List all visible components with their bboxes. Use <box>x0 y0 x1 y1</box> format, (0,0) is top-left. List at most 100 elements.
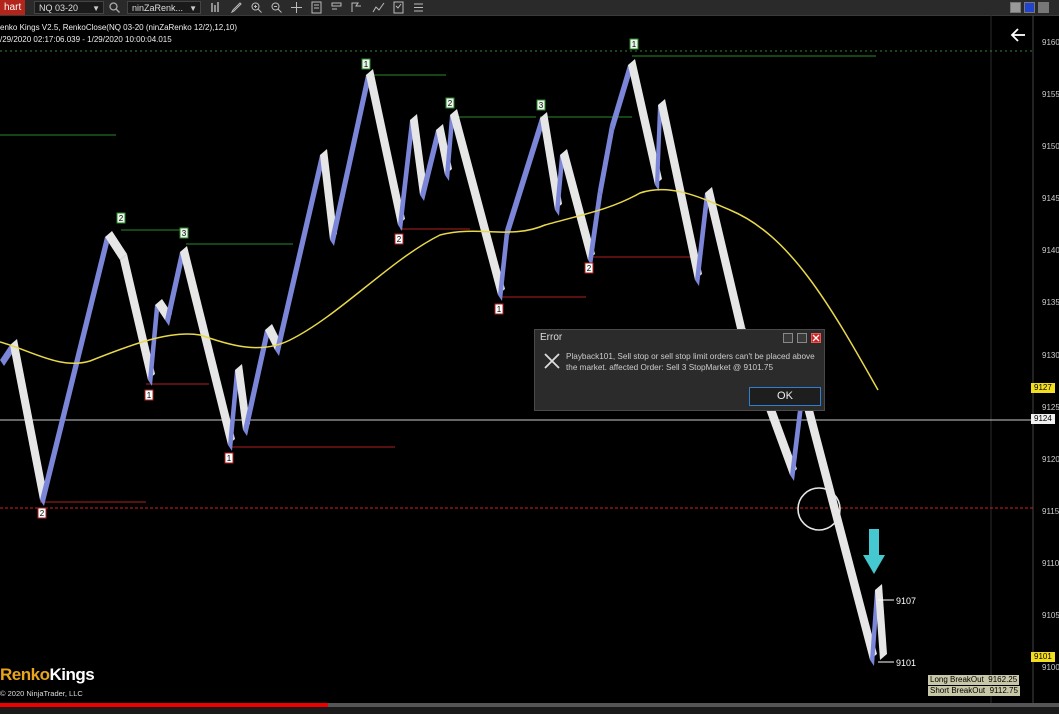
error-x-icon <box>544 353 560 369</box>
price-axis-label: 9105 <box>1042 611 1059 620</box>
level-label-low: 9101 <box>896 658 917 668</box>
bear-brick-run <box>705 187 745 333</box>
properties-icon[interactable] <box>310 1 323 14</box>
bear-brick-run <box>450 109 505 295</box>
long-breakout-value: 9162.25 <box>988 675 1018 684</box>
price-axis-label: 9125 <box>1042 403 1059 412</box>
instrument-value: NQ 03-20 <box>39 3 79 13</box>
dialog-close-button[interactable] <box>811 333 821 343</box>
level-label-high: 9107 <box>896 596 917 606</box>
price-tag-lower: 9101 <box>1031 652 1055 662</box>
swing-label-text: 1 <box>632 40 637 49</box>
swing-label-text: 1 <box>227 454 232 463</box>
dialog-title: Error <box>540 332 563 343</box>
price-tag-upper: 9127 <box>1031 383 1055 393</box>
price-axis-label: 9135 <box>1042 298 1059 307</box>
long-breakout: Long BreakOut 9162.25 <box>928 675 1020 685</box>
swing-label: 1 <box>224 452 234 464</box>
swing-label: 2 <box>445 97 455 109</box>
bull-brick-run <box>498 230 509 301</box>
bear-brick-run <box>366 69 405 225</box>
price-axis-label: 9115 <box>1042 507 1059 516</box>
resistance-levels <box>0 55 876 245</box>
dialog-minimize-button[interactable] <box>783 333 793 343</box>
tab-chart[interactable]: hart <box>0 0 26 15</box>
zoom-in-icon[interactable] <box>250 1 263 14</box>
swing-label: 1 <box>144 389 154 401</box>
renkokings-logo: RenkoKings <box>0 665 95 684</box>
swing-label-text: 1 <box>147 391 152 400</box>
swing-label: 2 <box>584 262 594 274</box>
maximize-button[interactable] <box>1024 2 1035 13</box>
close-icon <box>812 334 820 342</box>
crosshair-icon[interactable] <box>290 1 303 14</box>
list-icon[interactable] <box>412 1 425 14</box>
swing-label: 2 <box>37 507 47 519</box>
bar-type-select[interactable]: ninZaRenk... ▼ <box>127 1 201 14</box>
bull-brick-run <box>598 125 614 196</box>
back-arrow-icon <box>1010 28 1025 42</box>
swing-label: 2 <box>116 212 126 224</box>
price-axis-label: 9100 <box>1042 663 1059 672</box>
instrument-select[interactable]: NQ 03-20 ▼ <box>34 1 104 14</box>
bull-brick-run <box>330 75 370 246</box>
chart-style-icon[interactable] <box>372 1 385 14</box>
price-axis-label: 9140 <box>1042 246 1059 255</box>
bear-brick-run <box>560 149 595 260</box>
price-axis-label: 9130 <box>1042 351 1059 360</box>
swing-label: 2 <box>394 233 404 245</box>
swing-label-text: 2 <box>587 264 592 273</box>
swing-label: 3 <box>179 227 189 239</box>
strategies-icon[interactable] <box>350 1 363 14</box>
bull-brick-run <box>40 237 109 506</box>
price-tag-current: 9124 <box>1031 414 1055 424</box>
short-breakout-value: 9112.75 <box>989 686 1018 695</box>
restore-button[interactable] <box>1038 2 1049 13</box>
swing-label-text: 2 <box>397 235 402 244</box>
chevron-down-icon: ▼ <box>92 4 100 13</box>
dialog-message: Playback101, Sell stop or sell stop limi… <box>566 352 815 372</box>
playback-progress-fill <box>0 703 329 707</box>
indicators-icon[interactable] <box>330 1 343 14</box>
long-breakout-label: Long BreakOut <box>930 675 984 684</box>
swing-label-text: 3 <box>539 101 544 110</box>
bar-type-value: ninZaRenk... <box>132 3 184 13</box>
swing-label-text: 2 <box>448 99 453 108</box>
bull-brick-run <box>695 193 709 286</box>
zoom-out-icon[interactable] <box>270 1 283 14</box>
bull-brick-run <box>275 155 324 356</box>
ok-button[interactable]: OK <box>749 387 821 406</box>
swing-label: 1 <box>629 38 639 50</box>
swing-label: 1 <box>361 58 371 70</box>
bear-brick-run <box>180 246 235 445</box>
bars-icon[interactable] <box>209 1 222 14</box>
dialog-maximize-button[interactable] <box>797 333 807 343</box>
price-axis-label: 9120 <box>1042 455 1059 464</box>
chart-toolbar: hart NQ 03-20 ▼ ninZaRenk... ▼ <box>0 0 1059 16</box>
price-axis-label: 9155 <box>1042 90 1059 99</box>
short-breakout: Short BreakOut 9112.75 <box>928 686 1020 696</box>
templates-icon[interactable] <box>392 1 405 14</box>
price-axis-label: 9150 <box>1042 142 1059 151</box>
price-axis-label: 9110 <box>1042 559 1059 568</box>
price-axis-label: 9145 <box>1042 194 1059 203</box>
short-breakout-label: Short BreakOut <box>930 686 986 695</box>
chevron-down-icon: ▼ <box>189 4 197 13</box>
bull-brick-run <box>505 118 544 236</box>
swing-label-text: 1 <box>364 60 369 69</box>
bull-brick-run <box>165 252 184 326</box>
copyright-text: © 2020 NinjaTrader, LLC <box>0 689 83 698</box>
swing-label-text: 1 <box>497 305 502 314</box>
swing-label: 3 <box>536 99 546 111</box>
pencil-icon[interactable] <box>230 1 243 14</box>
swing-label-text: 2 <box>119 214 124 223</box>
minimize-button[interactable] <box>1010 2 1021 13</box>
down-arrow-icon <box>863 529 885 574</box>
swing-label-text: 2 <box>40 509 45 518</box>
bear-brick-run <box>120 254 155 380</box>
error-dialog: Error Playback101, Sell stop or sell sto… <box>534 329 825 411</box>
search-icon[interactable] <box>108 1 121 14</box>
bull-brick-run <box>588 190 602 266</box>
bear-brick-run <box>800 387 877 660</box>
bull-brick-run <box>398 120 414 231</box>
